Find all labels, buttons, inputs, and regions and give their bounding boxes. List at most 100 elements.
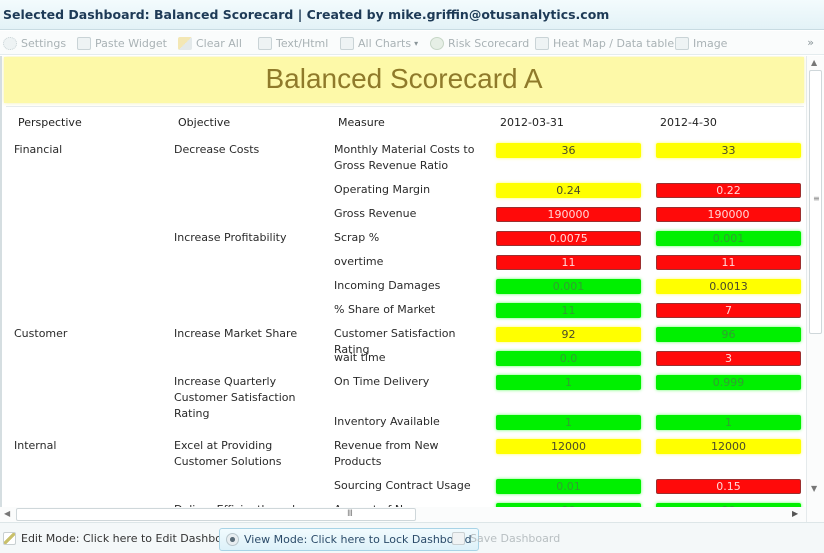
measure-cell: Incoming Damages bbox=[334, 279, 441, 292]
heat-map-button[interactable]: Heat Map / Data table bbox=[535, 34, 674, 52]
risk-scorecard-button[interactable]: Risk Scorecard bbox=[430, 34, 529, 52]
status-value-cell[interactable]: 1 bbox=[656, 415, 801, 430]
status-value-cell[interactable]: 92 bbox=[496, 327, 641, 342]
column-header-measure[interactable]: Measure bbox=[338, 116, 385, 129]
status-value-cell[interactable]: 96 bbox=[656, 327, 801, 342]
widget-pane: Balanced Scorecard A Perspective Objecti… bbox=[0, 56, 806, 507]
paste-widget-button[interactable]: Paste Widget bbox=[77, 34, 167, 52]
scroll-right-arrow-icon[interactable]: ▶ bbox=[792, 509, 798, 518]
status-value-cell[interactable]: 0.22 bbox=[656, 183, 801, 198]
status-value-cell[interactable]: 7 bbox=[656, 303, 801, 318]
status-value-cell[interactable]: 0.01 bbox=[496, 479, 641, 494]
target-icon bbox=[430, 36, 444, 50]
settings-label: Settings bbox=[21, 36, 67, 50]
scorecard-table: Perspective Objective Measure 2012-03-31… bbox=[6, 106, 804, 507]
toolbar: Settings Paste Widget Clear All Text/Htm… bbox=[0, 31, 824, 55]
column-header-date-2[interactable]: 2012-4-30 bbox=[660, 116, 717, 129]
vertical-scroll-thumb[interactable]: ≡ bbox=[809, 70, 822, 334]
measure-cell: Scrap % bbox=[334, 231, 380, 244]
toolbar-overflow-button[interactable]: » bbox=[807, 36, 814, 49]
scorecard-banner: Balanced Scorecard A bbox=[4, 57, 804, 103]
measure-cell: overtime bbox=[334, 255, 384, 268]
edit-mode-label: Edit Mode: Click here to Edit Dashboard bbox=[21, 532, 240, 545]
save-dashboard-button[interactable]: Save Dashboard bbox=[452, 528, 560, 549]
text-html-icon bbox=[258, 36, 272, 50]
status-value-cell[interactable]: 11 bbox=[496, 255, 641, 270]
lock-toggle-icon bbox=[226, 533, 239, 546]
status-value-cell[interactable]: 0.999 bbox=[656, 375, 801, 390]
vertical-scrollbar[interactable]: ▲ ≡ ▼ bbox=[806, 56, 824, 522]
status-value-cell[interactable]: 12000 bbox=[656, 439, 801, 454]
measure-cell: % Share of Market bbox=[334, 303, 436, 316]
column-header-objective[interactable]: Objective bbox=[178, 116, 230, 129]
measure-cell: Revenue from New Products bbox=[334, 439, 439, 468]
settings-button[interactable]: Settings bbox=[3, 34, 66, 52]
bar-chart-icon bbox=[340, 36, 354, 50]
scroll-left-arrow-icon[interactable]: ◀ bbox=[4, 509, 10, 518]
status-value-cell[interactable]: 0.0075 bbox=[496, 231, 641, 246]
heat-map-label: Heat Map / Data table bbox=[553, 36, 675, 50]
grip-icon: III bbox=[347, 509, 353, 519]
status-value-cell[interactable]: 3 bbox=[656, 351, 801, 366]
column-header-date-1[interactable]: 2012-03-31 bbox=[500, 116, 564, 129]
clear-all-button[interactable]: Clear All bbox=[178, 34, 242, 52]
pencil-icon bbox=[3, 532, 16, 545]
save-icon bbox=[452, 532, 465, 545]
gear-icon bbox=[3, 36, 17, 50]
perspective-cell: Internal bbox=[14, 439, 57, 452]
image-button[interactable]: Image bbox=[675, 34, 727, 52]
objective-cell: Increase Market Share bbox=[174, 327, 298, 340]
text-html-label: Text/Html bbox=[276, 36, 329, 50]
status-value-cell[interactable]: 0.001 bbox=[656, 231, 801, 246]
scorecard-title: Balanced Scorecard A bbox=[265, 63, 543, 94]
status-value-cell[interactable]: 0.001 bbox=[496, 279, 641, 294]
save-dashboard-label: Save Dashboard bbox=[470, 532, 561, 545]
status-value-cell[interactable]: 190000 bbox=[656, 207, 801, 222]
edit-mode-button[interactable]: Edit Mode: Click here to Edit Dashboard bbox=[3, 528, 240, 549]
image-label: Image bbox=[693, 36, 728, 50]
measure-cell: Inventory Available bbox=[334, 415, 440, 428]
status-value-cell[interactable]: 1 bbox=[496, 375, 641, 390]
status-value-cell[interactable]: 1 bbox=[496, 415, 641, 430]
status-value-cell[interactable]: 0.0 bbox=[496, 351, 641, 366]
status-value-cell[interactable]: 0.15 bbox=[656, 479, 801, 494]
title-bar: Selected Dashboard: Balanced Scorecard |… bbox=[0, 0, 824, 30]
status-value-cell[interactable]: 11 bbox=[656, 255, 801, 270]
column-header-perspective[interactable]: Perspective bbox=[18, 116, 82, 129]
horizontal-scrollbar[interactable]: ◀ III ▶ bbox=[0, 507, 806, 522]
chevron-down-icon: ▾ bbox=[414, 38, 419, 48]
text-html-button[interactable]: Text/Html bbox=[258, 34, 328, 52]
view-mode-button[interactable]: View Mode: Click here to Lock Dashboard bbox=[219, 528, 479, 551]
paste-widget-label: Paste Widget bbox=[95, 36, 167, 50]
status-value-cell[interactable]: 11 bbox=[496, 303, 641, 318]
risk-scorecard-label: Risk Scorecard bbox=[448, 36, 530, 50]
status-value-cell[interactable]: 0.0013 bbox=[656, 279, 801, 294]
horizontal-scroll-thumb[interactable]: III bbox=[16, 508, 416, 521]
measure-cell: Operating Margin bbox=[334, 183, 431, 196]
scroll-down-arrow-icon[interactable]: ▼ bbox=[811, 484, 817, 493]
dashboard-title: Selected Dashboard: Balanced Scorecard |… bbox=[3, 7, 610, 22]
status-value-cell[interactable]: 0.24 bbox=[496, 183, 641, 198]
status-value-cell[interactable]: 190000 bbox=[496, 207, 641, 222]
eraser-icon bbox=[178, 36, 192, 50]
all-charts-dropdown[interactable]: All Charts ▾ bbox=[340, 34, 418, 52]
view-mode-label: View Mode: Click here to Lock Dashboard bbox=[244, 533, 472, 546]
clipboard-icon bbox=[77, 36, 91, 50]
measure-cell: Sourcing Contract Usage bbox=[334, 479, 471, 492]
perspective-cell: Customer bbox=[14, 327, 68, 340]
grip-icon: ≡ bbox=[813, 194, 820, 203]
image-icon bbox=[675, 36, 689, 50]
clear-all-label: Clear All bbox=[196, 36, 242, 50]
objective-cell: Increase Quarterly Customer Satisfaction… bbox=[174, 375, 296, 420]
status-value-cell[interactable]: 36 bbox=[496, 143, 641, 158]
perspective-cell: Financial bbox=[14, 143, 63, 156]
scroll-up-arrow-icon[interactable]: ▲ bbox=[811, 58, 817, 67]
all-charts-label: All Charts bbox=[358, 36, 412, 50]
measure-cell: wait time bbox=[334, 351, 386, 364]
status-value-cell[interactable]: 33 bbox=[656, 143, 801, 158]
objective-cell: Excel at Providing Customer Solutions bbox=[174, 439, 282, 468]
objective-cell: Decrease Costs bbox=[174, 143, 260, 156]
footer-bar: Edit Mode: Click here to Edit Dashboard … bbox=[0, 522, 824, 553]
status-value-cell[interactable]: 12000 bbox=[496, 439, 641, 454]
measure-cell: On Time Delivery bbox=[334, 375, 430, 388]
